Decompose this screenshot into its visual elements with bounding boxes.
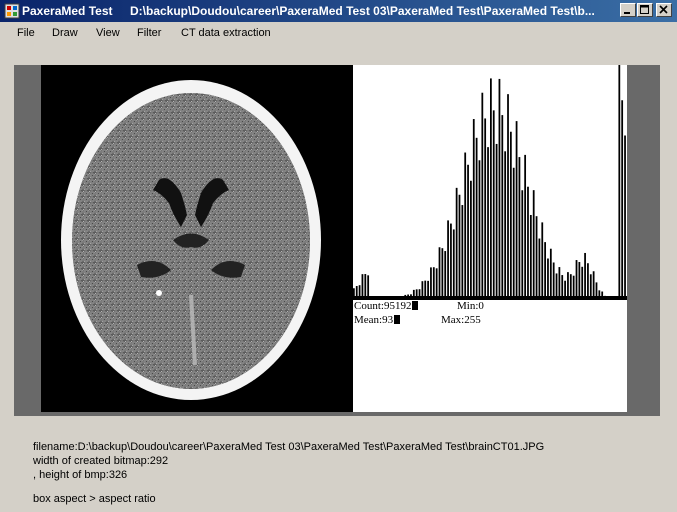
histogram-bar	[521, 190, 524, 300]
histogram-bar	[452, 229, 455, 300]
histogram-mean: Mean:93	[354, 314, 401, 326]
histogram-bar	[581, 266, 584, 300]
menu-draw[interactable]: Draw	[52, 27, 78, 39]
histogram-bar	[529, 214, 532, 300]
app-icon	[4, 3, 20, 19]
minimize-icon	[624, 12, 630, 14]
histogram-bar	[592, 271, 595, 300]
histogram-bar	[435, 268, 438, 300]
histogram-bar	[495, 143, 498, 300]
histogram-bar	[450, 223, 452, 300]
histogram-bar	[492, 110, 495, 300]
histogram-bar	[518, 157, 521, 300]
histogram-bar	[481, 92, 484, 300]
histogram-bar	[587, 263, 589, 300]
histogram-bar	[532, 190, 535, 300]
menu-file[interactable]: File	[17, 27, 35, 39]
histogram-bar	[524, 154, 527, 300]
histogram-bar	[484, 118, 487, 300]
histogram-bar	[504, 151, 507, 300]
histogram-bar	[498, 78, 501, 300]
aspect-status-label: box aspect > aspect ratio	[33, 493, 156, 505]
histogram-bar	[538, 238, 541, 300]
window-title-path: D:\backup\Doudou\career\PaxeraMed Test 0…	[130, 4, 595, 18]
histogram-bar	[464, 152, 467, 300]
maximize-button[interactable]	[637, 3, 653, 17]
bitmap-height-label: , height of bmp:326	[33, 469, 128, 481]
brain-ct-image	[41, 65, 353, 412]
count-marker	[412, 301, 419, 310]
histogram-bar	[458, 194, 461, 300]
histogram-bar	[509, 131, 512, 300]
histogram-bar	[455, 187, 458, 300]
image-viewer-panel: Count:95192 Min:0 Mean:93 Max:255	[14, 65, 660, 416]
histogram-bar	[444, 251, 447, 300]
histogram-bar	[478, 160, 481, 300]
histogram-bar	[441, 248, 444, 300]
histogram-bar	[432, 267, 435, 300]
histogram-bar	[490, 78, 492, 300]
menu-bar: File Draw View Filter CT data extraction	[0, 22, 677, 45]
histogram-bar	[621, 100, 624, 300]
close-icon	[659, 5, 668, 14]
app-name: PaxeraMed Test	[22, 4, 113, 18]
histogram-bar	[512, 167, 515, 300]
histogram-bar	[475, 137, 478, 300]
histogram-bar	[501, 115, 504, 300]
histogram-panel: Count:95192 Min:0 Mean:93 Max:255	[353, 65, 627, 412]
histogram-bar	[487, 147, 489, 300]
histogram-bar	[527, 186, 529, 300]
menu-ct-data-extraction[interactable]: CT data extraction	[181, 27, 271, 39]
histogram-bar	[552, 262, 555, 300]
histogram-bar	[535, 216, 538, 300]
mean-marker	[394, 315, 401, 324]
histogram-bar	[467, 164, 469, 300]
filename-label: filename:D:\backup\Doudou\career\PaxeraM…	[33, 441, 545, 453]
histogram-bar	[624, 135, 626, 300]
histogram-bar	[472, 119, 475, 300]
histogram-bar	[515, 121, 518, 300]
histogram-bar	[447, 220, 449, 300]
histogram-bar	[549, 248, 552, 300]
bitmap-width-label: width of created bitmap:292	[33, 455, 169, 467]
histogram-bar	[584, 252, 586, 300]
histogram-bar	[547, 258, 549, 300]
histogram-bar	[578, 262, 581, 300]
minimize-button[interactable]	[620, 3, 636, 17]
histogram-bar	[541, 222, 544, 300]
close-button[interactable]	[656, 3, 672, 17]
histogram-chart	[353, 65, 627, 300]
maximize-icon	[640, 5, 649, 14]
histogram-count: Count:95192	[354, 300, 419, 312]
histogram-bar	[567, 272, 569, 300]
histogram-bar	[558, 267, 561, 300]
menu-filter[interactable]: Filter	[137, 27, 161, 39]
histogram-max: Max:255	[441, 314, 481, 326]
histogram-bar	[461, 205, 464, 300]
histogram-bar	[470, 180, 472, 300]
histogram-bar	[438, 247, 441, 300]
menu-view[interactable]: View	[96, 27, 120, 39]
histogram-bar	[544, 242, 546, 300]
histogram-bar	[507, 94, 509, 300]
histogram-bar	[430, 267, 432, 300]
title-bar: PaxeraMed Test D:\backup\Doudou\career\P…	[0, 0, 677, 22]
histogram-bar	[618, 65, 621, 300]
histogram-min: Min:0	[457, 300, 484, 312]
histogram-bar	[575, 260, 578, 300]
